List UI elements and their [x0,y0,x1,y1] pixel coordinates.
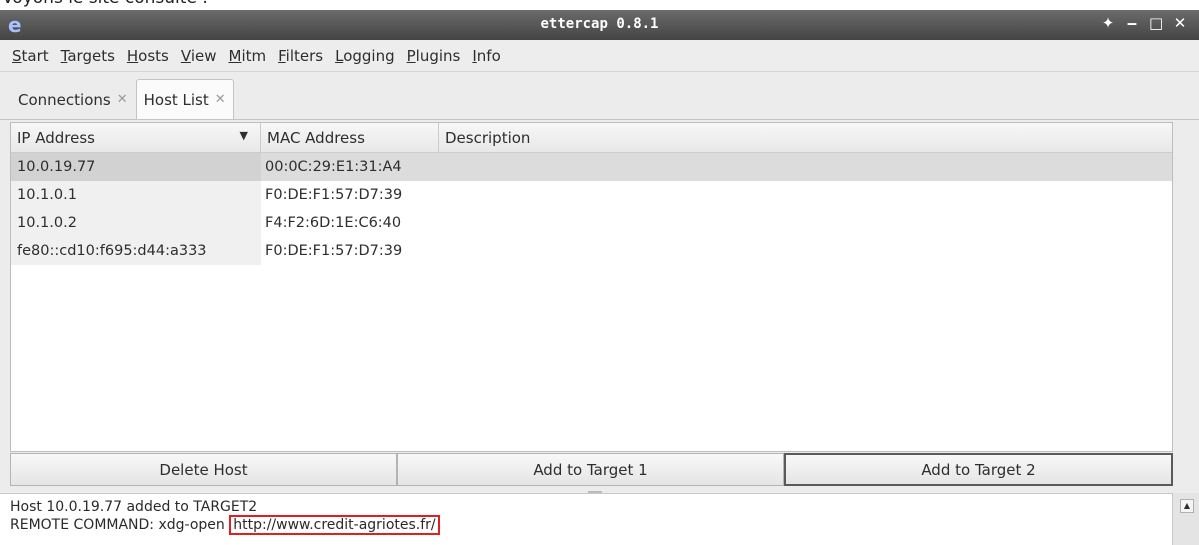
minimize-icon[interactable]: ‒ [1125,14,1139,32]
cell-description [439,153,1172,181]
tab-bar: Connections ✕ Host List ✕ [0,72,1199,120]
delete-host-button[interactable]: Delete Host [10,453,397,486]
pin-icon[interactable]: ✦ [1101,14,1115,32]
menu-logging[interactable]: Logging [335,47,395,65]
menu-filters[interactable]: Filters [278,47,323,65]
caption-text-cropped: Voyons le site consulté : [0,0,1199,10]
cell-mac-address: 00:0C:29:E1:31:A4 [265,159,402,175]
host-list-table: IP Address ▼ MAC Address Description 10.… [10,122,1173,452]
tab-close-icon[interactable]: ✕ [215,92,226,107]
sort-descending-icon: ▼ [239,129,248,142]
tab-connections[interactable]: Connections ✕ [10,79,136,119]
menu-mitm[interactable]: Mitm [228,47,266,65]
cell-mac-address: F4:F2:6D:1E:C6:40 [265,215,402,231]
menu-info[interactable]: Info [472,47,500,65]
cell-description [439,237,1172,265]
add-to-target-1-button[interactable]: Add to Target 1 [397,453,784,486]
log-output: Host 10.0.19.77 added to TARGET2 REMOTE … [0,493,1172,545]
cell-description [439,181,1172,209]
menu-bar: Start Targets Hosts View Mitm Filters Lo… [0,40,1199,72]
table-body: 10.0.19.77 00:0C:29:E1:31:A4 10.1.0.1 F0… [11,153,1172,265]
highlighted-url: http://www.credit-agriotes.fr/ [229,515,440,535]
log-scrollbar[interactable]: ▲ [1172,493,1199,545]
tab-label: Host List [143,90,209,109]
menu-start[interactable]: Start [12,47,49,65]
add-to-target-2-button[interactable]: Add to Target 2 [784,453,1173,486]
cell-ip-address: 10.1.0.2 [11,209,261,237]
table-row[interactable]: 10.0.19.77 00:0C:29:E1:31:A4 [11,153,1172,181]
table-header: IP Address ▼ MAC Address Description [11,123,1172,153]
log-line: Host 10.0.19.77 added to TARGET2 [10,499,258,515]
table-row[interactable]: 10.1.0.1 F0:DE:F1:57:D7:39 [11,181,1172,209]
tab-host-list[interactable]: Host List ✕ [135,79,234,119]
menu-view[interactable]: View [181,47,217,65]
menu-plugins[interactable]: Plugins [407,47,461,65]
column-header-description[interactable]: Description [439,123,1172,153]
scroll-up-icon[interactable]: ▲ [1180,499,1194,513]
cell-ip-address: fe80::cd10:f695:d44:a333 [11,237,261,265]
column-header-ip-address[interactable]: IP Address ▼ [11,123,261,153]
cell-ip-address: 10.0.19.77 [11,153,261,181]
window-controls: ✦ ‒ □ ✕ [1101,14,1187,32]
table-row[interactable]: fe80::cd10:f695:d44:a333 F0:DE:F1:57:D7:… [11,237,1172,265]
host-actions: Delete Host Add to Target 1 Add to Targe… [10,452,1173,488]
tab-close-icon[interactable]: ✕ [117,92,128,107]
menu-hosts[interactable]: Hosts [127,47,169,65]
ettercap-window: e ettercap 0.8.1 ✦ ‒ □ ✕ Start Targets H… [0,10,1199,545]
close-icon[interactable]: ✕ [1173,14,1187,32]
maximize-icon[interactable]: □ [1149,14,1163,32]
window-title: ettercap 0.8.1 [540,16,659,32]
table-row[interactable]: 10.1.0.2 F4:F2:6D:1E:C6:40 [11,209,1172,237]
cell-mac-address: F0:DE:F1:57:D7:39 [265,187,403,203]
cell-mac-address: F0:DE:F1:57:D7:39 [265,243,403,259]
menu-targets[interactable]: Targets [61,47,115,65]
cell-ip-address: 10.1.0.1 [11,181,261,209]
log-line: REMOTE COMMAND: xdg-open http://www.cred… [10,515,1162,535]
cell-description [439,209,1172,237]
tab-label: Connections [18,90,111,109]
title-bar[interactable]: e ettercap 0.8.1 ✦ ‒ □ ✕ [0,10,1199,40]
column-header-mac-address[interactable]: MAC Address [261,123,439,153]
caption-text: Voyons le site consulté : [2,0,208,8]
